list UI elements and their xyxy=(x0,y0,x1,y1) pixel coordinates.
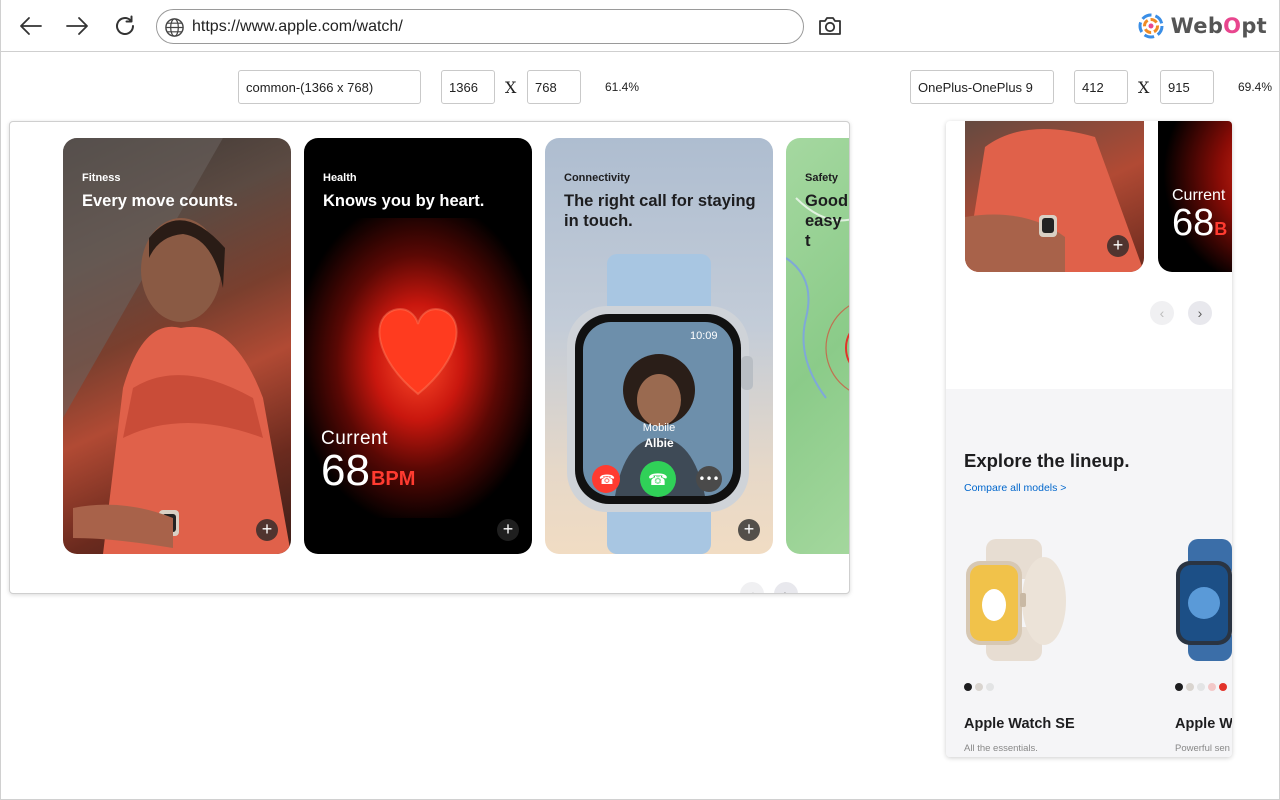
health-card[interactable]: Health Knows you by heart. Current 68BPM… xyxy=(304,138,532,554)
mobile-preview[interactable]: + Current 68B ‹ › Explore the lineup. Co… xyxy=(946,121,1232,757)
webopt-logo: WebOpt xyxy=(1135,8,1267,44)
color-swatch-dot[interactable] xyxy=(1175,683,1183,691)
color-swatch-dot[interactable] xyxy=(986,683,994,691)
color-swatch-dot[interactable] xyxy=(1208,683,1216,691)
webopt-logo-icon xyxy=(1138,13,1164,39)
back-icon[interactable] xyxy=(15,10,47,42)
svg-text:☎: ☎ xyxy=(648,470,668,489)
heart-rate-number: 68 xyxy=(1172,202,1215,244)
color-swatches xyxy=(964,683,994,691)
expand-plus-icon[interactable]: + xyxy=(738,519,760,541)
expand-plus-icon[interactable]: + xyxy=(256,519,278,541)
mobile-device-select[interactable] xyxy=(910,70,1054,104)
dimension-separator: X xyxy=(505,78,517,97)
desktop-device-select[interactable] xyxy=(238,70,421,104)
dimension-separator: X xyxy=(1138,78,1150,97)
color-swatch-dot[interactable] xyxy=(1197,683,1205,691)
health-card[interactable]: Current 68B xyxy=(1158,121,1232,272)
compare-models-link[interactable]: Compare all models > xyxy=(964,482,1066,494)
carousel-prev-button[interactable]: ‹ xyxy=(740,582,764,593)
heart-rate-value: 68BPM xyxy=(321,446,415,496)
desktop-zoom-label: 61.4% xyxy=(605,80,640,94)
apple-watch-se-image xyxy=(966,539,1066,661)
carousel-next-button[interactable]: › xyxy=(774,582,798,593)
color-swatch-dot[interactable] xyxy=(975,683,983,691)
browser-toolbar: WebOpt xyxy=(1,0,1279,52)
color-swatches xyxy=(1175,683,1227,691)
card-eyebrow: Safety xyxy=(805,172,839,184)
color-swatch-dot[interactable] xyxy=(964,683,972,691)
mobile-height-input[interactable] xyxy=(1160,70,1214,104)
mobile-width-input[interactable] xyxy=(1074,70,1128,104)
desktop-width-input[interactable] xyxy=(441,70,495,104)
url-input[interactable] xyxy=(192,16,782,38)
address-bar[interactable] xyxy=(156,9,804,44)
fitness-card[interactable]: + xyxy=(965,121,1144,272)
safety-card[interactable]: Safety Good easy t xyxy=(786,138,849,554)
carousel-next-button[interactable]: › xyxy=(1188,301,1212,325)
card-headline: Every move counts. xyxy=(82,192,238,210)
expand-plus-icon[interactable]: + xyxy=(1107,235,1129,257)
caller-name: Albie xyxy=(644,436,674,450)
svg-text:☎: ☎ xyxy=(599,473,615,488)
explore-title: Explore the lineup. xyxy=(964,450,1130,471)
card-eyebrow: Fitness xyxy=(82,172,121,184)
product-description: All the essentials. xyxy=(964,743,1038,754)
card-eyebrow: Health xyxy=(323,172,357,184)
reload-icon[interactable] xyxy=(109,10,141,42)
card-headline: The right call for staying in touch. xyxy=(564,192,756,230)
svg-text:•••: ••• xyxy=(698,472,719,486)
expand-plus-icon[interactable]: + xyxy=(497,519,519,541)
watch-time: 10:09 xyxy=(690,330,718,342)
heart-rate-number: 68 xyxy=(321,446,370,495)
connectivity-card[interactable]: ☎ ☎ ••• 10:09 Mobile Albie Connectivity … xyxy=(545,138,773,554)
webopt-window: WebOpt X 61.4% X 69.4% Fitness Every mov… xyxy=(0,0,1280,800)
heart-rate-unit: B xyxy=(1214,219,1228,239)
card-headline: Good easy t xyxy=(805,192,849,250)
desktop-height-input[interactable] xyxy=(527,70,581,104)
desktop-preview[interactable]: Fitness Every move counts. + Health Know… xyxy=(9,121,850,594)
mobile-zoom-label: 69.4% xyxy=(1238,80,1273,94)
caller-type: Mobile xyxy=(642,422,676,434)
card-headline: Knows you by heart. xyxy=(323,192,485,210)
globe-icon xyxy=(165,18,184,37)
webopt-wordmark: WebOpt xyxy=(1170,14,1267,38)
fitness-card[interactable]: Fitness Every move counts. + xyxy=(63,138,291,554)
product-name[interactable]: Apple Wa xyxy=(1175,716,1232,732)
product-description: Powerful sen xyxy=(1175,743,1230,754)
camera-icon[interactable] xyxy=(816,12,844,40)
apple-watch-series-image xyxy=(1176,539,1232,661)
color-swatch-dot[interactable] xyxy=(1219,683,1227,691)
heart-rate-unit: BPM xyxy=(370,468,416,490)
card-eyebrow: Connectivity xyxy=(564,172,631,184)
explore-lineup-section: Explore the lineup. Compare all models > xyxy=(946,389,1232,757)
product-name[interactable]: Apple Watch SE xyxy=(964,716,1075,732)
heart-rate-value: 68B xyxy=(1172,202,1227,245)
carousel-prev-button[interactable]: ‹ xyxy=(1150,301,1174,325)
forward-icon[interactable] xyxy=(61,10,93,42)
color-swatch-dot[interactable] xyxy=(1186,683,1194,691)
